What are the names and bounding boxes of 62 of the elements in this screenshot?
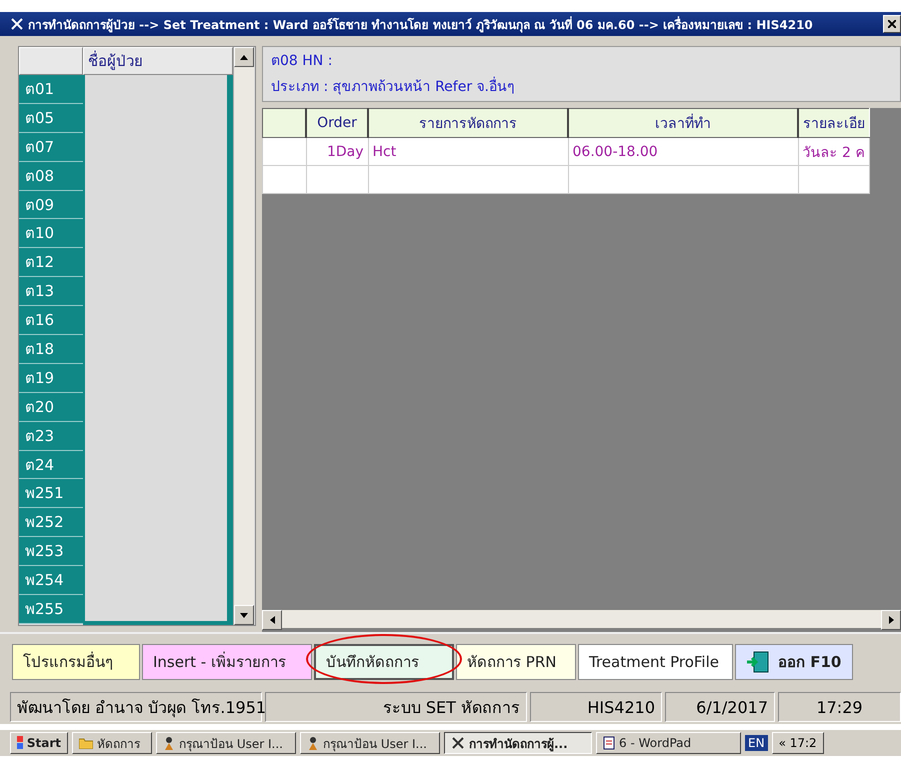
action-button[interactable]: Insert - เพิ่มรายการ (142, 644, 312, 680)
scroll-right-icon[interactable] (888, 616, 894, 624)
taskbar-item[interactable]: กรุณาป้อน User I... (156, 732, 296, 754)
status-cell: ระบบ SET หัดถการ (265, 692, 527, 722)
bed-cell[interactable]: ต01 (19, 75, 83, 104)
bed-cell[interactable]: พ253 (19, 537, 83, 566)
bed-cell[interactable]: พ251 (19, 479, 83, 508)
bed-cell[interactable]: ต08 (19, 162, 83, 191)
table-cell: 06.00-18.00 (568, 138, 798, 166)
bed-cell[interactable]: ต07 (19, 132, 83, 162)
folder-icon (79, 737, 93, 749)
bed-cell[interactable]: ต20 (19, 392, 83, 422)
bed-cell[interactable]: ต13 (19, 277, 83, 306)
column-header: รายการหัดถการ (368, 108, 568, 138)
start-button[interactable]: Start (10, 732, 68, 754)
column-header: รายละเอีย (798, 108, 869, 138)
bed-hn-label: ต08 HN : (271, 52, 334, 71)
exit-button[interactable]: ออก F10 (735, 644, 853, 680)
scroll-down-icon[interactable] (240, 612, 248, 618)
action-button[interactable]: บันทึกหัดถการ (314, 644, 454, 680)
language-indicator[interactable]: EN (745, 735, 768, 751)
column-header: Order (306, 108, 368, 138)
header-cell (262, 108, 306, 138)
figure-icon (307, 736, 319, 750)
bed-cell[interactable]: ต23 (19, 422, 83, 451)
bed-cell[interactable]: ต18 (19, 335, 83, 364)
scrollbar[interactable] (262, 610, 901, 628)
scroll-up-icon[interactable] (240, 54, 248, 60)
scroll-left-icon[interactable] (270, 616, 274, 624)
bed-cell[interactable]: ต09 (19, 190, 83, 220)
bed-cell[interactable]: พ252 (19, 508, 83, 538)
taskbar-item[interactable]: กรุณาป้อน User I... (300, 732, 440, 754)
action-button[interactable]: หัดถการ PRN (456, 644, 576, 680)
close-icon (888, 20, 896, 28)
scrollbar[interactable] (233, 47, 254, 625)
column-header: ชื่อผู้ป่วย (83, 47, 233, 75)
table-cell: Hct (368, 138, 568, 166)
column-header: เวลาที่ทำ (568, 108, 798, 138)
bed-cell[interactable]: ต16 (19, 306, 83, 336)
status-cell: 6/1/2017 (665, 692, 775, 722)
bed-cell[interactable]: ต24 (19, 450, 83, 480)
table-cell: วันละ 2 ค (798, 138, 869, 166)
taskbar-item[interactable]: 6 - WordPad (596, 732, 741, 754)
taskbar-item[interactable]: หัดถการ (72, 732, 152, 754)
status-cell: HIS4210 (530, 692, 662, 722)
bed-cell[interactable]: ต19 (19, 364, 83, 393)
figure-icon (163, 736, 175, 750)
close-button[interactable] (883, 15, 901, 33)
table-cell: 1Day (306, 138, 368, 166)
bed-cell[interactable]: ต10 (19, 219, 83, 248)
bed-cell[interactable]: ต05 (19, 104, 83, 133)
bed-cell[interactable]: พ254 (19, 566, 83, 596)
clock: « 17:2 (772, 732, 824, 754)
document-icon (603, 736, 615, 750)
action-button[interactable]: Treatment ProFile (578, 644, 733, 680)
window-title: การทำนัดถการผู้ป่วย --> Set Treatment : Ward ออร์โธชาย ทำงานโดย ทงเยาว์ ภูริวัฒนกุล ณ วันที่ 06 มค.60 --> เครื่องหมายเลข : HIS4210 (28, 15, 814, 34)
bed-cell[interactable]: ต12 (19, 248, 83, 278)
type-label: ประเภท : สุขภาพถ้วนหน้า Refer จ.อื่นๆ (271, 75, 892, 97)
bed-cell[interactable]: พ255 (19, 595, 83, 624)
taskbar-item[interactable]: การทำนัดถการผู้... (444, 732, 592, 754)
action-button[interactable]: โปรแกรมอื่นๆ (12, 644, 140, 680)
status-cell: 17:29 (778, 692, 901, 722)
